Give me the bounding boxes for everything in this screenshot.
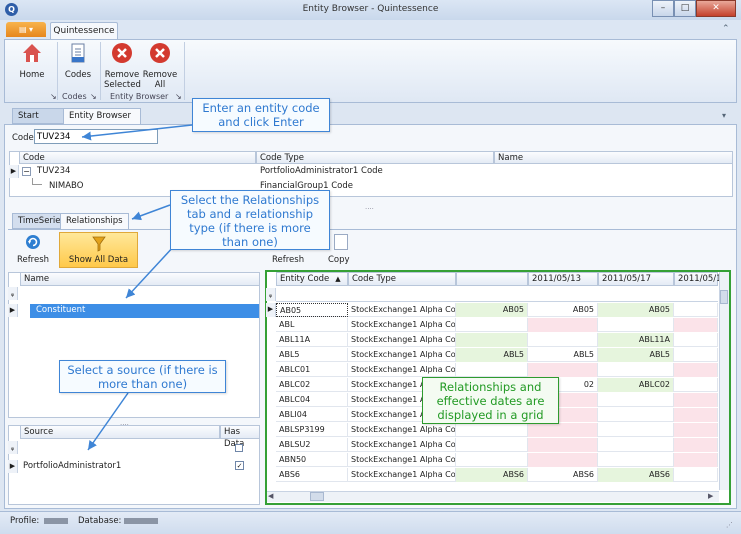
- database-value-redacted: [124, 518, 158, 524]
- callout-enter-code: Enter an entity code and click Enter: [192, 98, 330, 132]
- callout-arrows: [81, 124, 193, 451]
- callout-line: Select the Relationships: [180, 193, 320, 207]
- callout-line: displayed in a grid: [437, 408, 544, 422]
- profile-value-redacted: [44, 518, 68, 524]
- callout-line: Enter an entity code: [202, 101, 320, 115]
- callout-line: tab and a relationship: [186, 207, 314, 221]
- callout-line: than one): [222, 235, 278, 249]
- callout-grid: Relationships and effective dates are di…: [422, 377, 559, 424]
- callout-relationships: Select the Relationships tab and a relat…: [170, 190, 330, 250]
- resize-grip-icon[interactable]: ⋰: [726, 521, 733, 529]
- callout-line: type (if there is more: [189, 221, 311, 235]
- callout-line: and click Enter: [218, 115, 304, 129]
- callout-line: more than one): [97, 377, 188, 391]
- callout-line: Relationships and: [439, 380, 542, 394]
- database-label: Database:: [78, 516, 122, 526]
- callout-source: Select a source (if there is more than o…: [59, 360, 226, 393]
- callout-line: Select a source (if there is: [67, 363, 218, 377]
- callout-line: effective dates are: [436, 394, 545, 408]
- profile-label: Profile:: [10, 516, 40, 526]
